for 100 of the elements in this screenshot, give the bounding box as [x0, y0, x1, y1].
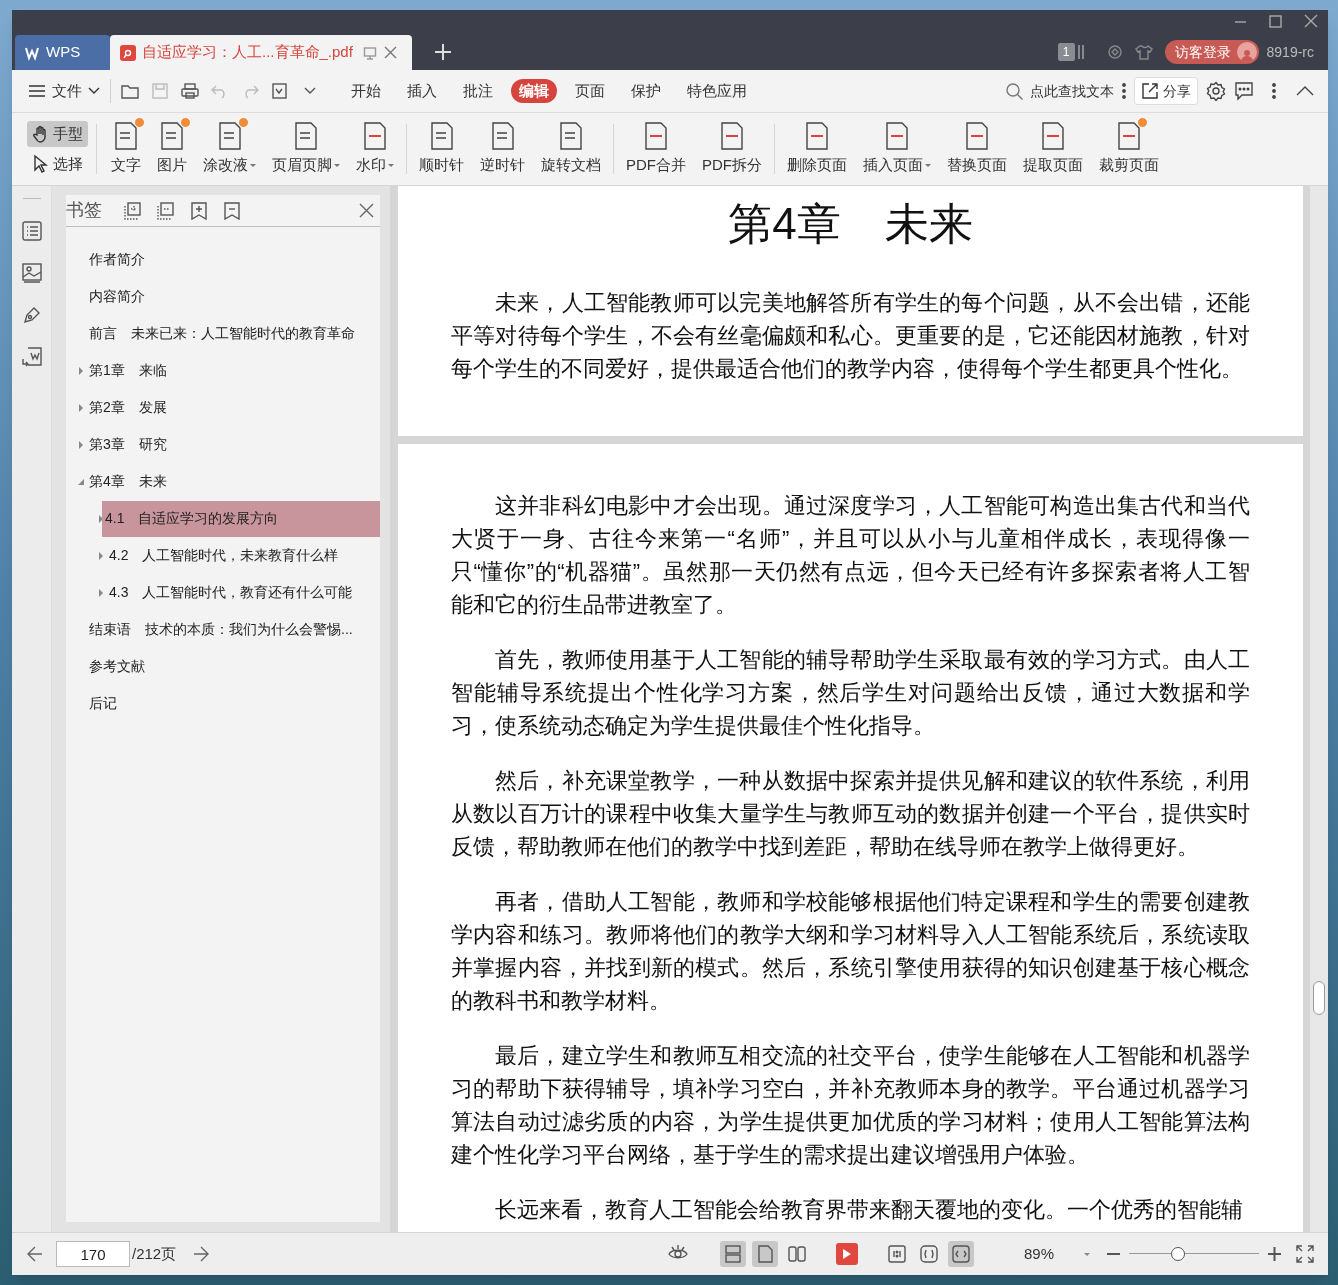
tool-button[interactable]: PDF拆分 [694, 121, 770, 177]
bookmark-item[interactable]: 前言 未来已来：人工智能时代的教育革命 [88, 315, 380, 352]
caret-icon [250, 164, 256, 167]
tool-button[interactable]: 顺时针 [411, 121, 472, 177]
zoom-dropdown[interactable]: 89% [1023, 1242, 1090, 1266]
close-icon[interactable] [382, 45, 398, 60]
caret-right-icon[interactable] [99, 551, 103, 560]
remove-bookmark-icon[interactable] [157, 201, 175, 220]
more-vertical-icon[interactable] [1272, 82, 1276, 100]
pen-icon[interactable] [21, 305, 42, 325]
tool-button[interactable]: 逆时针 [472, 121, 533, 177]
actual-size-icon [886, 1244, 907, 1264]
menu-tab[interactable]: 特色应用 [679, 79, 755, 103]
badge-icon [1137, 117, 1148, 129]
caret-right-icon[interactable] [79, 403, 83, 412]
paragraph: 再者，借助人工智能，教师和学校能够根据他们特定课程和学生的需要创建教学内容和练习。教师将他们的教学大纲和学习材料导入人工智能系统后，系统读取并掌握内容，并找到新的模式。然后，系统引擎使用获得的知识创建基于核心概念的教科书和教学材料。 [451, 888, 1250, 1015]
caret-right-icon[interactable] [79, 440, 83, 449]
bookmark-item[interactable]: 参考文献 [88, 648, 380, 685]
close-icon[interactable] [1304, 14, 1318, 28]
play-icon [841, 1249, 852, 1259]
zoom-in-icon[interactable] [1267, 1247, 1282, 1261]
image-icon[interactable] [21, 263, 42, 283]
mode-button[interactable]: 手型 [27, 121, 88, 147]
menu-tab[interactable]: 页面 [567, 79, 613, 103]
menu-tab[interactable]: 批注 [455, 79, 501, 103]
fit-mode-button[interactable] [947, 1241, 974, 1267]
grip-handle[interactable] [22, 198, 41, 199]
next-page-icon[interactable] [192, 1245, 211, 1263]
maximize-icon[interactable] [1269, 14, 1282, 28]
silhouette-icon [1239, 48, 1254, 62]
collapse-icon[interactable] [1296, 86, 1314, 96]
tool-button[interactable]: 涂改液 [195, 121, 264, 177]
settings-icon[interactable] [1206, 81, 1226, 101]
page-total: /212页 [132, 1243, 177, 1264]
login-button[interactable]: 访客登录 [1164, 40, 1259, 64]
tool-button[interactable]: 裁剪页面 [1091, 121, 1167, 177]
bookmark-item[interactable]: 第4章 未来 [88, 463, 380, 500]
tab-label: WPS [46, 42, 81, 63]
view-mode-button[interactable] [719, 1241, 746, 1267]
bookmark-item[interactable]: 后记 [88, 685, 380, 722]
menu-tab[interactable]: 开始 [343, 79, 389, 103]
print-icon[interactable] [181, 82, 199, 100]
caret-right-icon[interactable] [79, 366, 83, 375]
previous-page-icon[interactable] [26, 1245, 44, 1263]
menu-icon [28, 83, 46, 99]
slider-thumb[interactable] [1171, 1247, 1186, 1261]
caret-right-icon[interactable] [99, 588, 103, 597]
tab[interactable]: 自适应学习：人工...育革命_.pdf [110, 35, 412, 70]
menu-tab[interactable]: 保护 [623, 79, 669, 103]
caret-down-icon[interactable] [78, 478, 84, 485]
bookmark-minus-icon[interactable] [223, 201, 241, 220]
search-field[interactable]: 点此查找文本 [1005, 80, 1114, 102]
menu-tab[interactable]: 编辑 [511, 79, 557, 103]
scrollbar[interactable] [1310, 186, 1328, 1232]
fit-page-icon [918, 1244, 939, 1264]
zoom-slider[interactable] [1129, 1247, 1259, 1261]
shirt-icon[interactable] [1134, 43, 1153, 61]
bookmark-item[interactable]: 第1章 来临 [88, 352, 380, 389]
tool-button[interactable]: 文字 [103, 121, 149, 177]
tool-button[interactable]: 替换页面 [939, 121, 1015, 177]
bookmark-item[interactable]: 4.3 人工智能时代，教育还有什么可能 [108, 574, 380, 611]
menu-tab[interactable]: 插入 [399, 79, 445, 103]
tool-button[interactable]: 插入页面 [855, 121, 939, 177]
play-button[interactable] [835, 1243, 858, 1265]
tool-button[interactable]: 图片 [149, 121, 195, 177]
bookmark-item[interactable]: 4.1 自适应学习的发展方向 [102, 500, 380, 537]
bookmark-item[interactable]: 结束语 技术的本质：我们为什么会警惕... [88, 611, 380, 648]
mode-button[interactable]: 选择 [27, 151, 88, 177]
folder-icon[interactable] [121, 82, 139, 100]
bookmark-plus-icon[interactable] [190, 201, 208, 220]
document-convert-icon[interactable] [21, 347, 42, 367]
tool-button[interactable]: 水印 [348, 121, 402, 177]
badge-icon [237, 117, 249, 129]
tool-button[interactable]: 提取页面 [1015, 121, 1091, 177]
view-mode-button[interactable] [751, 1241, 778, 1267]
bookmark-item[interactable]: 内容简介 [88, 278, 380, 315]
export-icon[interactable] [271, 82, 289, 100]
tool-button[interactable]: 页眉页脚 [264, 121, 348, 177]
file-menu[interactable]: 文件 [28, 79, 100, 103]
tool-button[interactable]: 删除页面 [779, 121, 855, 177]
close-icon[interactable] [359, 203, 374, 218]
fit-width-icon [950, 1244, 971, 1264]
tab[interactable]: WPS [15, 35, 110, 70]
bookmark-item[interactable]: 4.2 人工智能时代，未来教育什么样 [108, 537, 380, 574]
page-number-field[interactable]: 170 [56, 1241, 130, 1267]
bookmark-item[interactable]: 第3章 研究 [88, 426, 380, 463]
caret-icon [334, 164, 340, 167]
add-bookmark-icon[interactable] [124, 201, 142, 220]
more-vertical-icon[interactable] [1122, 82, 1126, 100]
fullscreen-icon[interactable] [1296, 1245, 1314, 1263]
bookmark-item[interactable]: 作者简介 [88, 241, 380, 278]
bookmark-item[interactable]: 第2章 发展 [88, 389, 380, 426]
comment-icon[interactable] [1234, 81, 1254, 101]
chevron-down-icon [88, 87, 100, 95]
tool-button[interactable]: PDF合并 [618, 121, 694, 177]
list-icon[interactable] [21, 221, 42, 241]
sync-icon[interactable] [1106, 44, 1123, 60]
tool-button[interactable]: 旋转文档 [533, 121, 609, 177]
new-tab-icon[interactable] [434, 43, 452, 61]
share-button[interactable]: 分享 [1134, 77, 1198, 105]
